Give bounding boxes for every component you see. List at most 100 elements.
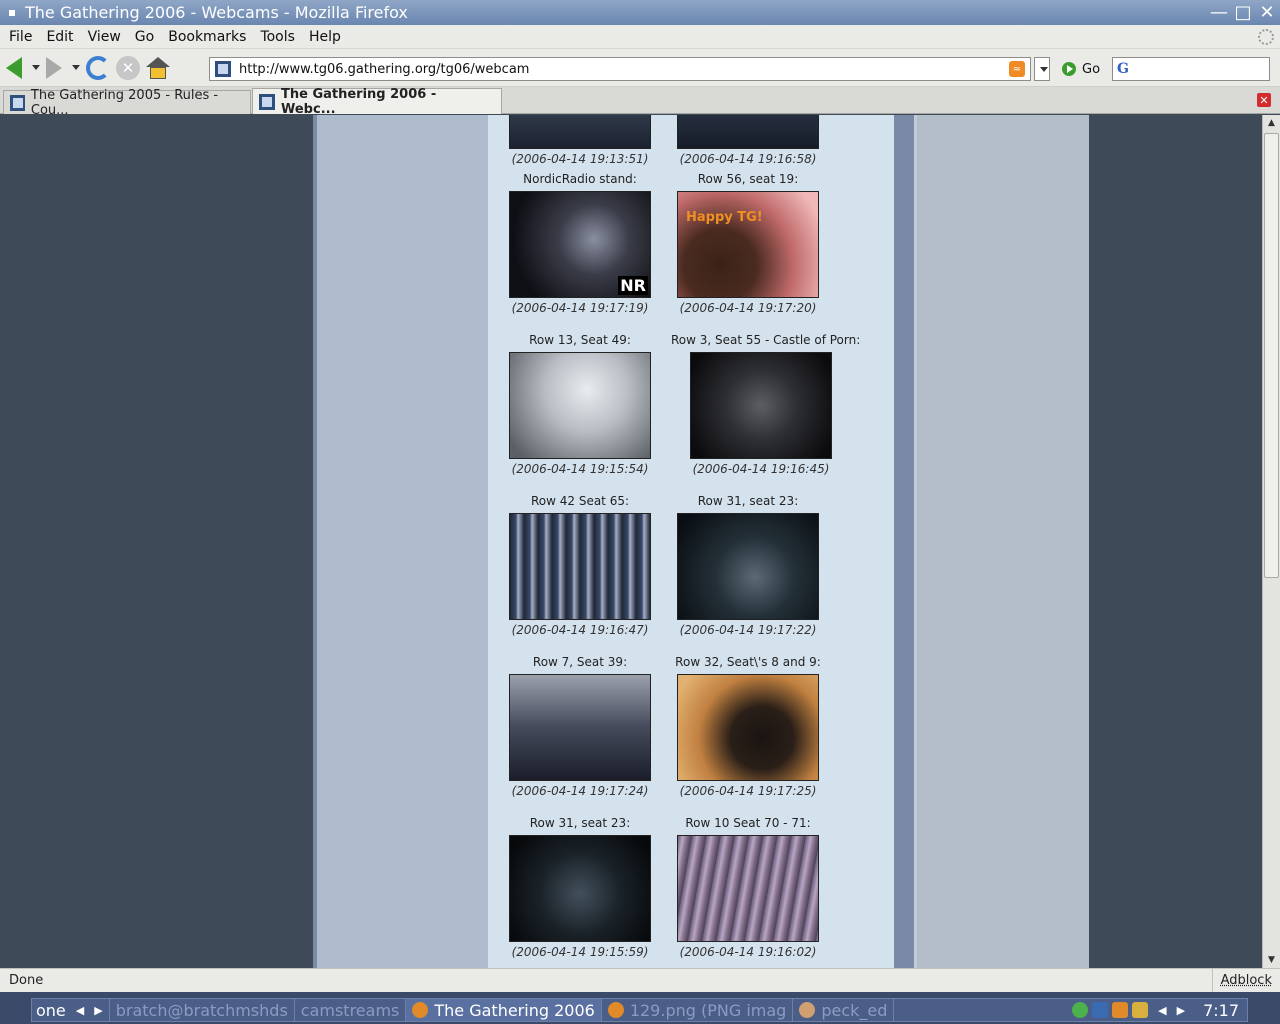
taskbar-item[interactable]: bratch@bratchmshds (110, 999, 295, 1021)
stop-button[interactable]: ✕ (116, 53, 140, 83)
adblock-button[interactable]: Adblock (1211, 968, 1280, 993)
window-title: The Gathering 2006 - Webcams - Mozilla F… (25, 3, 408, 22)
webcam-image[interactable] (677, 835, 819, 942)
tools-icon[interactable] (1112, 1002, 1129, 1018)
dropdown-icon (32, 65, 40, 70)
menu-go[interactable]: Go (128, 29, 161, 45)
minimize-icon[interactable]: — (1208, 2, 1230, 24)
menu-view[interactable]: View (81, 29, 128, 45)
tab-gathering-2006[interactable]: The Gathering 2006 - Webc... (252, 87, 502, 117)
page-viewport: (2006-04-14 19:13:51) (2006-04-14 19:16:… (0, 115, 1262, 968)
webcam-caption: Row 31, seat 23: (697, 494, 799, 508)
forward-history-dropdown[interactable] (68, 53, 80, 83)
scroll-up-icon[interactable]: ▲ (1263, 115, 1280, 131)
home-button[interactable] (146, 53, 170, 83)
clock: 7:17 (1203, 1000, 1239, 1020)
taskbar-item-label: The Gathering 2006 (434, 1000, 595, 1020)
url-text[interactable]: http://www.tg06.gathering.org/tg06/webca… (239, 62, 1009, 77)
url-bar[interactable]: http://www.tg06.gathering.org/tg06/webca… (209, 57, 1031, 81)
webcam-image[interactable] (677, 513, 819, 620)
desktop-taskbar: one ◀ ▶ bratch@bratchmshds camstreams Th… (0, 992, 1280, 1024)
webcam-caption: NordicRadio stand: (523, 172, 637, 186)
taskbar-item-active[interactable]: The Gathering 2006 (406, 999, 602, 1021)
menu-edit[interactable]: Edit (39, 29, 80, 45)
scroll-down-icon[interactable]: ▼ (1263, 952, 1280, 968)
webcam-overlay-text: Happy TG! (686, 210, 763, 225)
search-input[interactable]: G (1112, 57, 1270, 81)
tab-bar: The Gathering 2005 - Rules - Cou... The … (0, 87, 1280, 118)
vertical-scrollbar[interactable]: ▲ ▼ (1262, 115, 1280, 968)
back-arrow-icon (6, 56, 22, 79)
maximize-icon[interactable]: □ (1232, 2, 1254, 24)
next-workspace-icon[interactable]: ▶ (94, 1004, 102, 1017)
webcam-timestamp: (2006-04-14 19:17:25) (679, 784, 817, 798)
webcam-image[interactable]: Happy TG! (677, 191, 819, 298)
go-label: Go (1082, 61, 1101, 77)
webcam-timestamp: (2006-04-14 19:17:19) (511, 301, 649, 315)
webcam-item: Row 56, seat 19: Happy TG! (2006-04-14 1… (658, 172, 838, 316)
scrollbar-thumb[interactable] (1264, 133, 1279, 578)
webcam-item: Row 31, seat 23: (2006-04-14 19:17:22) (658, 494, 838, 638)
right-column (917, 115, 1089, 968)
taskbar-item-label: peck_ed (821, 1000, 888, 1020)
google-search-icon[interactable]: G (1117, 61, 1129, 77)
webcam-image[interactable] (509, 115, 651, 149)
workspace-switcher[interactable]: one ◀ ▶ (32, 999, 110, 1021)
webcam-timestamp: (2006-04-14 19:16:47) (511, 623, 649, 637)
webcam-item: Row 42 Seat 65: (2006-04-14 19:16:47) (490, 494, 670, 638)
close-icon[interactable]: ✕ (1256, 2, 1278, 24)
menu-help[interactable]: Help (302, 29, 348, 45)
webcam-image[interactable] (509, 513, 651, 620)
webcam-timestamp: (2006-04-14 19:16:02) (679, 945, 817, 959)
prev-workspace-icon[interactable]: ◀ (76, 1004, 84, 1017)
tab-gathering-2005[interactable]: The Gathering 2005 - Rules - Cou... (3, 88, 251, 118)
next-arrow-icon[interactable]: ▶ (1177, 1004, 1185, 1017)
webcam-image[interactable]: NR (509, 191, 651, 298)
prev-arrow-icon[interactable]: ◀ (1158, 1004, 1166, 1017)
webcam-image[interactable] (690, 352, 832, 459)
webcam-item: (2006-04-14 19:13:51) (490, 115, 670, 167)
webcam-item: Row 13, Seat 49: (2006-04-14 19:15:54) (490, 333, 670, 477)
window-menu-icon[interactable] (9, 9, 15, 16)
network-icon[interactable] (1092, 1002, 1109, 1018)
close-tab-icon[interactable]: ✕ (1257, 93, 1271, 107)
webcam-timestamp: (2006-04-14 19:15:54) (511, 462, 649, 476)
go-button[interactable]: Go (1062, 58, 1100, 80)
webcam-item: NordicRadio stand: NR (2006-04-14 19:17:… (490, 172, 670, 316)
forward-arrow-icon (46, 56, 62, 79)
webcam-caption: Row 32, Seat\'s 8 and 9: (675, 655, 821, 669)
forward-button[interactable] (46, 53, 62, 83)
taskbar-item[interactable]: 129.png (PNG imag (602, 999, 794, 1021)
webcam-caption: Row 10 Seat 70 - 71: (685, 816, 811, 830)
taskbar-item-label: 129.png (PNG imag (629, 1000, 787, 1020)
back-history-dropdown[interactable] (28, 53, 40, 83)
workspace-name: one (36, 1000, 66, 1020)
back-button[interactable] (6, 53, 22, 83)
webcam-overlay-text: NR (618, 276, 648, 295)
menu-bookmarks[interactable]: Bookmarks (161, 29, 253, 45)
avatar-icon (799, 1002, 816, 1018)
check-icon[interactable] (1072, 1002, 1089, 1018)
menu-file[interactable]: File (2, 29, 39, 45)
taskbar-item[interactable]: camstreams (295, 999, 407, 1021)
window-titlebar: The Gathering 2006 - Webcams - Mozilla F… (0, 0, 1280, 25)
taskbar-item[interactable]: peck_ed (793, 999, 895, 1021)
webcam-image[interactable] (677, 115, 819, 149)
webcam-item: (2006-04-14 19:16:58) (658, 115, 838, 167)
webcam-image[interactable] (677, 674, 819, 781)
tab-label: The Gathering 2005 - Rules - Cou... (30, 87, 219, 118)
firefox-icon (412, 1002, 429, 1018)
menu-tools[interactable]: Tools (253, 29, 302, 45)
tab-favicon-icon (259, 93, 275, 110)
url-history-dropdown[interactable] (1034, 57, 1050, 81)
webcam-image[interactable] (509, 352, 651, 459)
webcam-image[interactable] (509, 674, 651, 781)
status-bar: Done Adblock (0, 968, 1280, 993)
clipboard-icon[interactable] (1132, 1002, 1149, 1018)
reload-button[interactable] (86, 53, 110, 83)
reload-icon (86, 55, 110, 80)
webcam-image[interactable] (509, 835, 651, 942)
webcam-item: Row 32, Seat\'s 8 and 9: (2006-04-14 19:… (658, 655, 838, 799)
webcam-item: Row 3, Seat 55 - Castle of Porn: (2006-0… (671, 333, 860, 477)
rss-feed-icon[interactable]: ≈ (1009, 61, 1025, 77)
